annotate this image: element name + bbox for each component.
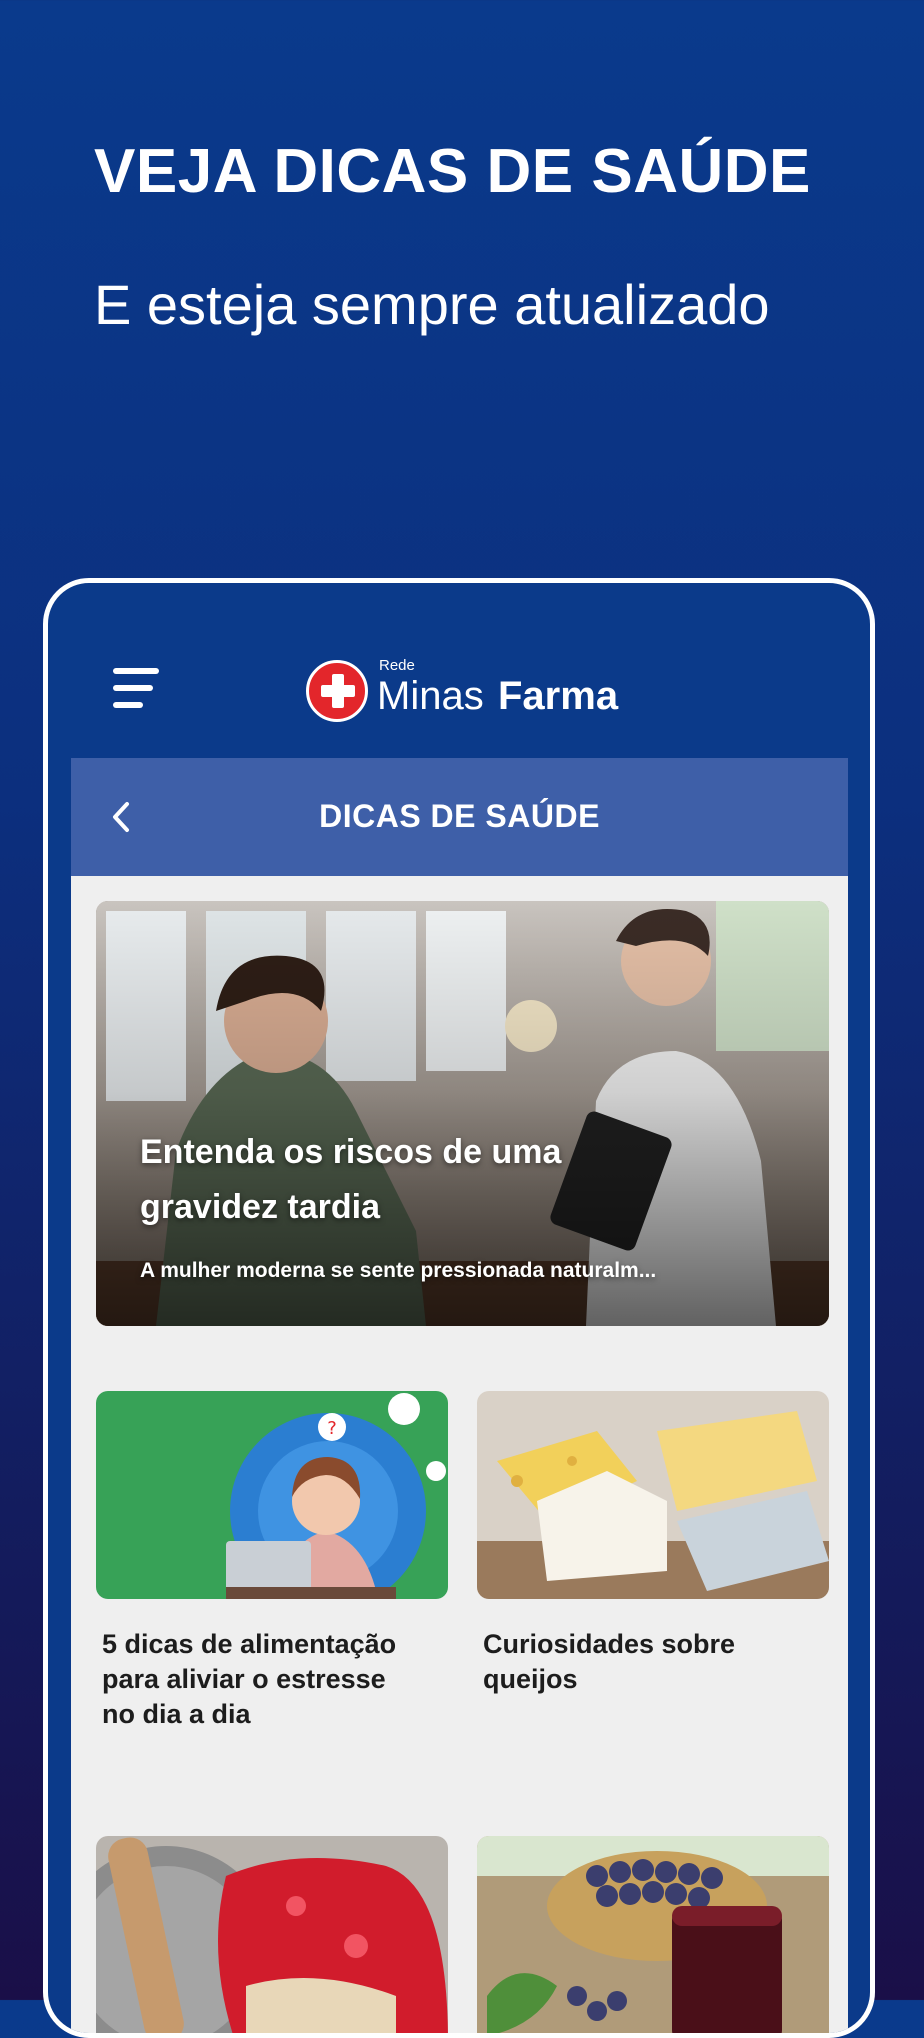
app-header: Rede Minas Farma [48,583,870,758]
phone-frame: Rede Minas Farma DICAS DE SAÚDE Entenda … [43,578,875,2038]
logo-rede-text: Rede [379,657,415,674]
promo-subtitle: E esteja sempre atualizado [94,273,770,336]
articles-list: Entenda os riscos de uma gravidez tardia… [71,876,848,2033]
article-card[interactable] [96,1836,448,2033]
featured-article-card[interactable]: Entenda os riscos de uma gravidez tardia… [96,901,829,1326]
page-title: DICAS DE SAÚDE [319,798,600,834]
page-subheader: DICAS DE SAÚDE [71,758,848,876]
article-title: Curiosidades sobre queijos [483,1629,736,1694]
article-card[interactable]: Curiosidades sobre queijos [477,1391,829,1697]
article-image [477,1391,829,1599]
logo-farma-text: Farma [498,674,619,718]
article-card[interactable] [477,1836,829,2033]
featured-article-description: A mulher moderna se sente pressionada na… [140,1259,657,1282]
svg-text:?: ? [327,1418,337,1439]
logo-minas-text: Minas [377,674,484,718]
article-image: ? [96,1391,448,1599]
article-image [477,1836,829,2033]
featured-article-title: Entenda os riscos de uma gravidez tardia [140,1133,562,1226]
article-card[interactable]: ? 5 dicas de alimentação para aliviar o … [96,1391,448,1732]
hamburger-menu-icon[interactable] [113,668,163,712]
promo-title: VEJA DICAS DE SAÚDE [94,137,811,206]
article-title: 5 dicas de alimentação para aliviar o es… [102,1629,397,1729]
article-image [96,1836,448,2033]
pharmacy-cross-icon [306,660,368,722]
